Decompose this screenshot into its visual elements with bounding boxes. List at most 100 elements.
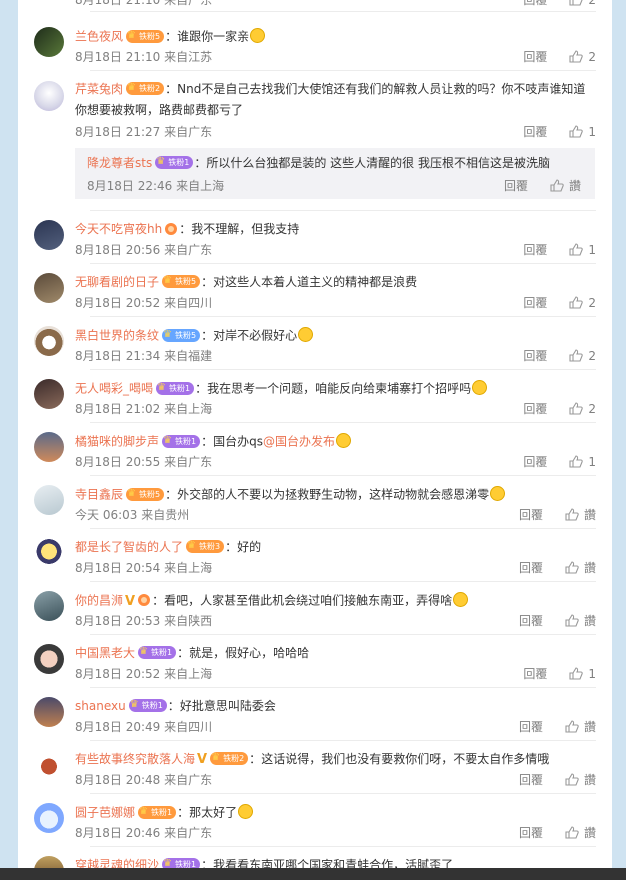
thumbs-up-icon[interactable] bbox=[569, 0, 583, 6]
comment-actions: 回覆 2 bbox=[523, 400, 596, 418]
reply-button[interactable]: 回覆 bbox=[523, 294, 547, 311]
thumbs-up-icon[interactable] bbox=[565, 719, 579, 733]
avatar[interactable] bbox=[34, 27, 64, 57]
reply-button[interactable]: 回覆 bbox=[523, 347, 547, 364]
username-link[interactable]: 你的昌浉 bbox=[75, 594, 123, 608]
username-link[interactable]: 兰色夜风 bbox=[75, 30, 123, 44]
comment-actions: 回覆 讚 bbox=[519, 506, 596, 524]
thumbs-up-icon[interactable] bbox=[569, 49, 584, 63]
reply-button[interactable]: 回覆 bbox=[519, 824, 543, 841]
fan-badge[interactable]: 铁粉1 bbox=[162, 857, 201, 868]
comment-text-line: 无人喝彩_喝喝铁粉1：我在思考一个问题，咱能反向给柬埔寨打个招呼吗 bbox=[75, 380, 488, 398]
comment-actions: 回覆 2 bbox=[523, 0, 596, 9]
username-link[interactable]: 降龙尊者sts bbox=[87, 156, 152, 170]
avatar[interactable] bbox=[34, 644, 64, 674]
thumbs-up-icon[interactable] bbox=[565, 825, 579, 839]
username-link[interactable]: 都是长了智齿的人了 bbox=[75, 540, 183, 554]
thumbs-up-icon[interactable] bbox=[565, 613, 579, 627]
comment-actions: 回覆 讚 bbox=[519, 612, 596, 630]
thumbs-up-icon[interactable] bbox=[569, 401, 584, 415]
reply-button[interactable]: 回覆 bbox=[519, 718, 543, 735]
username-link[interactable]: 橘猫咪的脚步声 bbox=[75, 435, 159, 449]
laugh-cry-emoji-icon bbox=[250, 28, 266, 43]
fan-badge[interactable]: 铁粉1 bbox=[156, 381, 195, 395]
fan-icon bbox=[138, 594, 151, 606]
reply-button[interactable]: 回覆 bbox=[523, 665, 547, 682]
reply-button[interactable]: 回覆 bbox=[519, 612, 543, 629]
reply-button[interactable]: 回覆 bbox=[523, 123, 547, 140]
username-link[interactable]: 芹菜兔肉 bbox=[75, 82, 123, 96]
like-label: 讚 bbox=[568, 179, 581, 193]
reply-button[interactable]: 回覆 bbox=[519, 506, 543, 523]
thumbs-up-icon[interactable] bbox=[569, 242, 584, 256]
thumbs-up-icon[interactable] bbox=[565, 507, 579, 521]
thumbs-up-icon[interactable] bbox=[569, 454, 584, 468]
reply-button[interactable]: 回覆 bbox=[523, 400, 547, 417]
fan-badge[interactable]: 铁粉2 bbox=[126, 81, 165, 95]
avatar[interactable] bbox=[34, 432, 64, 462]
username-link[interactable]: 中国黑老大 bbox=[75, 646, 135, 660]
fan-badge[interactable]: 铁粉1 bbox=[155, 155, 194, 169]
username-link[interactable]: 有些故事终究散落人海 bbox=[75, 752, 195, 766]
comment-item: 无人喝彩_喝喝铁粉1：我在思考一个问题，咱能反向给柬埔寨打个招呼吗 8月18日 2… bbox=[34, 370, 596, 423]
username-link[interactable]: 寺目鑫辰 bbox=[75, 488, 123, 502]
reply-button[interactable]: 回覆 bbox=[519, 559, 543, 576]
avatar[interactable] bbox=[34, 856, 64, 868]
comment-meta: 8月18日 20:54 来自上海 bbox=[75, 561, 213, 575]
username-link[interactable]: 无聊看剧的日子 bbox=[75, 275, 159, 289]
fan-badge[interactable]: 铁粉5 bbox=[162, 328, 201, 342]
reply-button[interactable]: 回覆 bbox=[523, 48, 547, 65]
username-link[interactable]: 黑白世界的条纹 bbox=[75, 329, 159, 343]
username-link[interactable]: 无人喝彩_喝喝 bbox=[75, 382, 153, 396]
thumbs-up-icon[interactable] bbox=[569, 666, 584, 680]
comment-meta: 8月18日 20:52 来自上海 bbox=[75, 667, 213, 681]
avatar[interactable] bbox=[34, 485, 64, 515]
fan-badge[interactable]: 铁粉5 bbox=[126, 487, 165, 501]
thumbs-up-icon[interactable] bbox=[569, 348, 584, 362]
comment-meta: 8月18日 21:10 来自广东 bbox=[75, 0, 213, 7]
thumbs-up-icon[interactable] bbox=[569, 124, 584, 138]
comment-actions: 回覆 1 bbox=[523, 123, 596, 141]
sub-reply-text-line: 降龙尊者sts铁粉1：所以什么台独都是装的 这些人清醒的很 我压根不相信这是被洗… bbox=[87, 155, 550, 172]
avatar[interactable] bbox=[34, 220, 64, 250]
fan-badge[interactable]: 铁粉1 bbox=[138, 645, 177, 659]
avatar[interactable] bbox=[34, 750, 64, 780]
comment-actions: 回覆 讚 bbox=[519, 559, 596, 577]
username-link[interactable]: 穿越灵魂的细沙 bbox=[75, 858, 159, 868]
fan-badge[interactable]: 铁粉1 bbox=[138, 805, 177, 819]
fan-badge[interactable]: 铁粉2 bbox=[210, 751, 249, 765]
fan-badge[interactable]: 铁粉1 bbox=[162, 434, 201, 448]
reply-button[interactable]: 回覆 bbox=[523, 0, 547, 8]
fan-badge[interactable]: 铁粉5 bbox=[126, 29, 165, 43]
thumbs-up-icon[interactable] bbox=[565, 560, 579, 574]
thumbs-up-icon[interactable] bbox=[569, 295, 584, 309]
avatar[interactable] bbox=[34, 591, 64, 621]
thumbs-up-icon[interactable] bbox=[550, 178, 564, 192]
fan-badge[interactable]: 铁粉1 bbox=[128, 698, 167, 712]
avatar[interactable] bbox=[34, 326, 64, 356]
comment-item: shanexu铁粉1：好批意思叫陆委会 8月18日 20:49 来自四川 回覆 讚 bbox=[34, 688, 596, 741]
like-count: 讚 bbox=[583, 561, 596, 575]
sub-reply-box: 降龙尊者sts铁粉1：所以什么台独都是装的 这些人清醒的很 我压根不相信这是被洗… bbox=[75, 148, 595, 199]
fan-badge[interactable]: 铁粉5 bbox=[162, 274, 201, 288]
mention-link[interactable]: @国台办发布 bbox=[263, 435, 335, 449]
avatar[interactable] bbox=[34, 379, 64, 409]
username-link[interactable]: 圆子芭娜娜 bbox=[75, 806, 135, 820]
like-count: 2 bbox=[588, 0, 596, 7]
thumbs-up-icon[interactable] bbox=[565, 772, 579, 786]
sub-reply-meta: 8月18日 22:46 来自上海 bbox=[87, 179, 225, 193]
reply-button[interactable]: 回覆 bbox=[519, 771, 543, 788]
reply-button[interactable]: 回覆 bbox=[523, 453, 547, 470]
avatar[interactable] bbox=[34, 273, 64, 303]
username-link[interactable]: shanexu bbox=[75, 699, 126, 713]
avatar[interactable] bbox=[34, 538, 64, 568]
comment-meta: 8月18日 21:27 来自广东 bbox=[75, 125, 213, 139]
emoji-icon bbox=[238, 804, 254, 819]
avatar[interactable] bbox=[34, 81, 64, 111]
reply-button[interactable]: 回覆 bbox=[504, 177, 528, 194]
avatar[interactable] bbox=[34, 697, 64, 727]
avatar[interactable] bbox=[34, 803, 64, 833]
reply-button[interactable]: 回覆 bbox=[523, 241, 547, 258]
fan-badge[interactable]: 铁粉3 bbox=[186, 539, 225, 553]
username-link[interactable]: 今天不吃宵夜hh bbox=[75, 222, 162, 236]
